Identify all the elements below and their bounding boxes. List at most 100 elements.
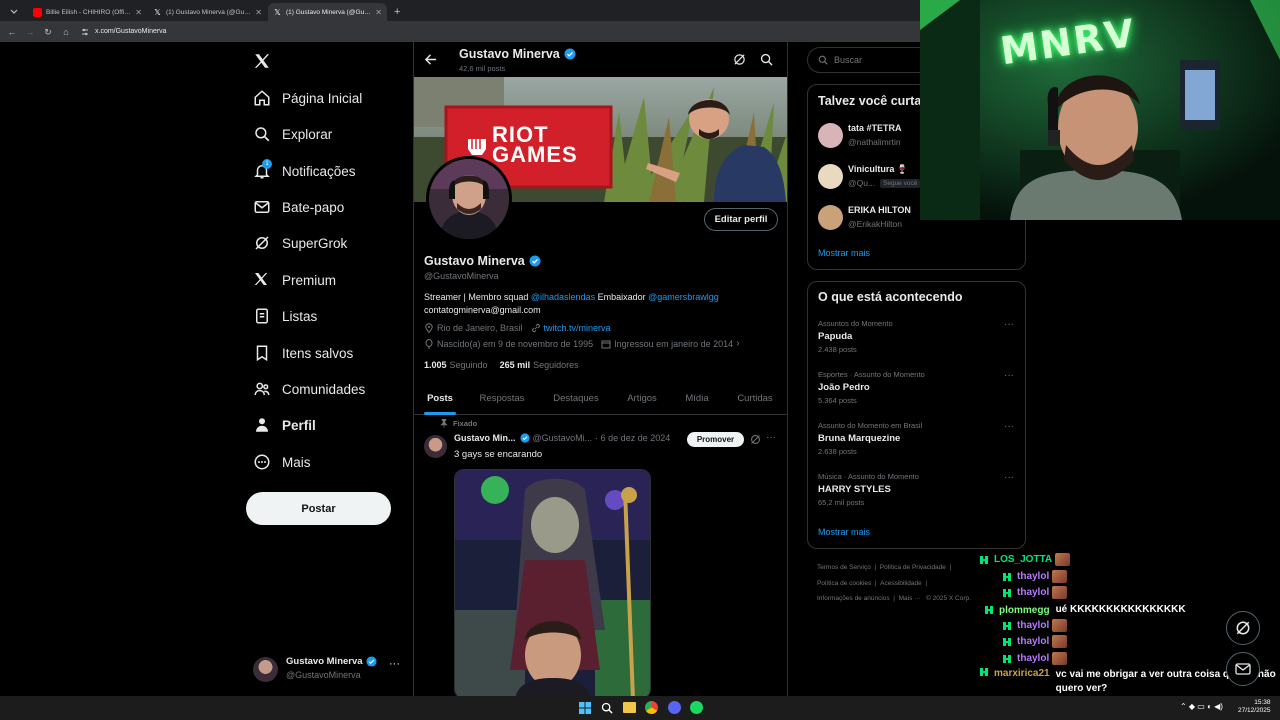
more-dots-icon[interactable]: ···: [1004, 319, 1014, 330]
home-browser-icon[interactable]: ⌂: [60, 26, 72, 38]
trend-item[interactable]: Assuntos do Momento Papuda 2.438 posts ···: [818, 319, 1014, 354]
sidebar-item-x-logo[interactable]: Premium: [253, 268, 336, 292]
terms-link[interactable]: Termos de Serviço: [817, 564, 871, 571]
chat-username[interactable]: LOS_JOTTA: [994, 554, 1052, 565]
profile-avatar[interactable]: [426, 156, 512, 242]
chrome-icon[interactable]: [645, 701, 658, 714]
x-logo-icon[interactable]: [253, 52, 273, 72]
search-icon[interactable]: [760, 53, 773, 66]
sidebar-item-search[interactable]: Explorar: [253, 122, 332, 146]
more-dots-icon[interactable]: ···: [389, 658, 400, 670]
trends-show-more-link[interactable]: Mostrar mais: [818, 527, 870, 537]
more-link[interactable]: Mais ···: [899, 595, 921, 602]
more-dots-icon[interactable]: ···: [1004, 421, 1014, 432]
ads-info-link[interactable]: Informações de anúncios: [817, 595, 890, 602]
tab-mdia[interactable]: Mídia: [670, 382, 724, 415]
trend-item[interactable]: Assunto do Momento em Brasil Bruna Marque…: [818, 421, 1014, 456]
post-button[interactable]: Postar: [246, 492, 391, 525]
privacy-link[interactable]: Política de Privacidade: [880, 564, 946, 571]
chat-message: thaylol: [1003, 586, 1068, 599]
file-explorer-icon[interactable]: [623, 702, 636, 713]
followers-count[interactable]: 265 mil: [500, 360, 531, 370]
trend-item[interactable]: Música · Assunto do Momento HARRY STYLES 6…: [818, 472, 1014, 507]
close-tab-icon[interactable]: ✕: [135, 8, 142, 17]
chat-username[interactable]: thaylol: [1017, 653, 1049, 664]
close-tab-icon[interactable]: ✕: [375, 8, 382, 17]
url-field[interactable]: x.com/GustavoMinerva: [95, 28, 167, 35]
chat-username[interactable]: plommegg: [999, 605, 1050, 616]
sidebar-item-people[interactable]: Comunidades: [253, 377, 365, 401]
post-image[interactable]: [454, 469, 651, 696]
forward-arrow-icon[interactable]: →: [24, 26, 36, 38]
reload-icon[interactable]: ↻: [42, 26, 54, 38]
search-placeholder: Buscar: [834, 55, 863, 65]
discord-icon[interactable]: [668, 701, 681, 714]
browser-tab-x-2[interactable]: 𝕏 (1) Gustavo Minerva (@GustavoMinerva) …: [268, 3, 387, 21]
tab-curtidas[interactable]: Curtidas: [724, 382, 786, 415]
home-icon: [253, 89, 271, 107]
more-dots-icon[interactable]: ···: [766, 432, 776, 443]
post-author-name[interactable]: Gustavo Min...: [454, 433, 516, 443]
balloon-icon: [424, 338, 434, 349]
accessibility-link[interactable]: Acessibilidade: [880, 580, 922, 587]
tab-posts[interactable]: Posts: [414, 382, 466, 415]
tab-artigos[interactable]: Artigos: [614, 382, 670, 415]
sidebar-item-person[interactable]: Perfil: [253, 413, 316, 437]
messages-float-button[interactable]: [1226, 652, 1260, 686]
pinned-post[interactable]: Fixado Gustavo Min... @GustavoMi... · 6 …: [414, 415, 787, 696]
bio-mention-link[interactable]: @gamersbrawlgg: [648, 292, 719, 302]
bio-mention-link[interactable]: @ilhadaslendas: [531, 292, 595, 302]
sidebar-item-home[interactable]: Página Inicial: [253, 86, 362, 110]
spotify-icon[interactable]: [690, 701, 703, 714]
clock[interactable]: 15:38 27/12/2025: [1238, 699, 1271, 715]
chat-username[interactable]: thaylol: [1017, 587, 1049, 598]
tab-respostas[interactable]: Respostas: [466, 382, 538, 415]
following-label[interactable]: Seguindo: [450, 360, 488, 370]
post-date[interactable]: · 6 de dez de 2024: [595, 433, 670, 443]
edit-profile-button[interactable]: Editar perfil: [704, 208, 778, 231]
chat-username[interactable]: thaylol: [1017, 636, 1049, 647]
following-count[interactable]: 1.005: [424, 360, 447, 370]
chat-username[interactable]: thaylol: [1017, 620, 1049, 631]
new-tab-button[interactable]: +: [394, 3, 400, 21]
post-author-handle[interactable]: @GustavoMi...: [533, 433, 593, 443]
more-dots-icon[interactable]: ···: [1004, 472, 1014, 483]
browser-tab-x-1[interactable]: 𝕏 (1) Gustavo Minerva (@GustavoMinerva) …: [148, 3, 267, 21]
grok-icon[interactable]: [750, 434, 761, 445]
youtube-icon: [33, 7, 42, 17]
sidebar-item-bookmark[interactable]: Itens salvos: [253, 341, 353, 365]
chat-username[interactable]: thaylol: [1017, 571, 1049, 582]
account-switcher[interactable]: Gustavo Minerva @GustavoMinerva ···: [253, 654, 413, 686]
grok-icon[interactable]: [733, 53, 746, 66]
sidebar-item-grok[interactable]: SuperGrok: [253, 231, 347, 255]
windows-start-icon[interactable]: [579, 702, 591, 714]
grok-float-button[interactable]: [1226, 611, 1260, 645]
sidebar-item-more-circle[interactable]: Mais: [253, 450, 311, 474]
back-arrow-icon[interactable]: [424, 53, 437, 66]
trend-item[interactable]: Esportes · Assunto do Momento João Pedro 5…: [818, 370, 1014, 405]
close-tab-icon[interactable]: ✕: [255, 8, 262, 17]
browser-tab-youtube[interactable]: Billie Eilish - CHIHIRO (Official Music …: [28, 3, 147, 21]
sidebar-item-bell[interactable]: 1 Notificações: [253, 159, 356, 183]
sidebar-item-mail[interactable]: Bate-papo: [253, 195, 344, 219]
tab-label: Artigos: [627, 393, 657, 404]
followers-label[interactable]: Seguidores: [533, 360, 579, 370]
taskbar-search-icon[interactable]: [601, 702, 613, 714]
show-more-link[interactable]: Mostrar mais: [818, 248, 870, 258]
tab-destaques[interactable]: Destaques: [538, 382, 614, 415]
profile-website-link[interactable]: twitch.tv/minerva: [544, 323, 611, 333]
tray-icons[interactable]: ⌃ ◆ ▭ ◐ ◀): [1180, 702, 1223, 711]
tab-search-icon[interactable]: [8, 5, 20, 17]
sidebar-item-list[interactable]: Listas: [253, 304, 317, 328]
promote-button[interactable]: Promover: [687, 432, 744, 447]
trend-context: Assuntos do Momento: [818, 319, 893, 328]
x-logo-icon: 𝕏: [154, 7, 161, 17]
more-dots-icon[interactable]: ···: [1004, 370, 1014, 381]
chevron-right-icon[interactable]: ›: [736, 338, 739, 349]
chat-emote-icon: [1052, 635, 1068, 648]
post-author-avatar[interactable]: [424, 435, 447, 458]
chat-username[interactable]: marxirica21: [994, 668, 1050, 679]
cookies-link[interactable]: Política de cookies: [817, 580, 871, 587]
back-arrow-icon[interactable]: ←: [6, 26, 18, 38]
site-info-icon[interactable]: [80, 27, 90, 37]
